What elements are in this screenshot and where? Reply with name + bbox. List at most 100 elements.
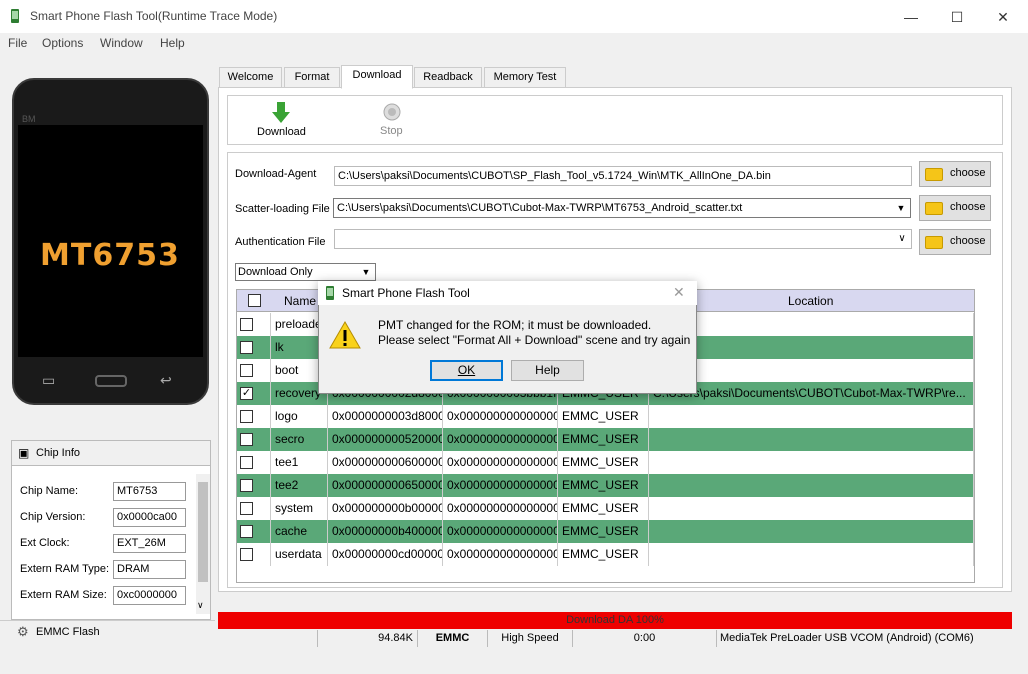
ram-size-label: Extern RAM Size: <box>20 589 107 601</box>
stop-button[interactable]: Stop <box>370 100 414 142</box>
row-checkbox[interactable] <box>240 364 253 377</box>
help-button[interactable]: Help <box>511 360 584 381</box>
tab-memory-test[interactable]: Memory Test <box>484 67 566 88</box>
phone-model: MT6753 <box>40 238 180 273</box>
table-row[interactable]: tee1 0x0000000006000000 0x0000000000000000… <box>237 451 974 474</box>
menu-file[interactable]: File <box>8 36 27 50</box>
menu-help[interactable]: Help <box>160 36 185 50</box>
row-checkbox[interactable] <box>240 479 253 492</box>
cell-location <box>649 336 974 359</box>
row-checkbox[interactable] <box>240 548 253 561</box>
download-mode-select[interactable]: Download Only ▼ <box>235 263 376 281</box>
cell-end: 0x0000000000000000 <box>443 543 558 566</box>
chip-info-header: ▣ Chip Info <box>11 440 211 466</box>
auth-file-select[interactable]: ∨ <box>334 229 912 249</box>
row-checkbox[interactable] <box>240 341 253 354</box>
cell-location <box>649 497 974 520</box>
row-checkbox-cell <box>237 359 271 382</box>
tab-download[interactable]: Download <box>341 65 413 89</box>
choose-download-agent-button[interactable]: choose <box>919 161 991 187</box>
chip-info-title: Chip Info <box>36 447 81 459</box>
ram-type-label: Extern RAM Type: <box>20 563 110 575</box>
select-all-checkbox[interactable] <box>248 294 261 307</box>
cell-end: 0x0000000000000000 <box>443 520 558 543</box>
dialog-message-line1: PMT changed for the ROM; it must be down… <box>378 318 652 332</box>
cell-end: 0x0000000000000000 <box>443 474 558 497</box>
close-button[interactable]: ✕ <box>980 6 1026 28</box>
status-port: MediaTek PreLoader USB VCOM (Android) (C… <box>720 632 974 644</box>
cell-begin: 0x00000000cd000000 <box>328 543 443 566</box>
progress-text: Download DA 100% <box>566 614 664 626</box>
cell-name: system <box>271 497 328 520</box>
dialog-title-bar: Smart Phone Flash Tool ✕ <box>318 281 697 305</box>
cell-location <box>649 543 974 566</box>
cell-region: EMMC_USER <box>558 497 649 520</box>
table-row[interactable]: userdata 0x00000000cd000000 0x000000000000… <box>237 543 974 566</box>
row-checkbox-cell <box>237 497 271 520</box>
cell-name: tee1 <box>271 451 328 474</box>
download-agent-input[interactable]: C:\Users\paksi\Documents\CUBOT\SP_Flash_… <box>334 166 912 186</box>
cell-location <box>649 359 974 382</box>
chip-version-label: Chip Version: <box>20 511 86 523</box>
table-row[interactable]: cache 0x00000000b4000000 0x000000000000000… <box>237 520 974 543</box>
row-checkbox[interactable] <box>240 502 253 515</box>
column-name: Name <box>284 294 317 308</box>
row-checkbox-cell <box>237 336 271 359</box>
folder-icon <box>925 168 943 181</box>
chip-info-scrollbar[interactable]: ∨ <box>196 474 210 614</box>
row-checkbox[interactable] <box>240 525 253 538</box>
table-row[interactable]: secro 0x0000000005200000 0x000000000000000… <box>237 428 974 451</box>
row-checkbox[interactable] <box>240 433 253 446</box>
divider <box>0 620 215 621</box>
cell-region: EMMC_USER <box>558 405 649 428</box>
row-checkbox-cell <box>237 543 271 566</box>
ok-label: OK <box>457 363 476 377</box>
dialog-close-button[interactable]: ✕ <box>673 284 685 301</box>
row-checkbox-cell <box>237 451 271 474</box>
ok-button[interactable]: OK <box>430 360 503 381</box>
cell-location <box>649 520 974 543</box>
cell-location <box>649 474 974 497</box>
cell-name: secro <box>271 428 328 451</box>
cell-name: userdata <box>271 543 328 566</box>
emmc-flash-label: EMMC Flash <box>36 626 100 638</box>
status-bar: 94.84K EMMC High Speed 0:00 MediaTek Pre… <box>218 630 1012 647</box>
row-checkbox-cell <box>237 405 271 428</box>
menu-options[interactable]: Options <box>42 36 83 50</box>
cell-end: 0x0000000000000000 <box>443 405 558 428</box>
help-label: Help <box>535 363 560 377</box>
scatter-file-select[interactable]: C:\Users\paksi\Documents\CUBOT\Cubot-Max… <box>333 198 911 218</box>
gear-icon: ⚙ <box>17 624 29 639</box>
cell-begin: 0x0000000003d80000 <box>328 405 443 428</box>
chevron-down-icon: ▼ <box>361 267 371 277</box>
tab-welcome[interactable]: Welcome <box>219 67 282 88</box>
progress-bar: Download DA 100% <box>218 612 1012 629</box>
row-checkbox-cell <box>237 428 271 451</box>
table-row[interactable]: system 0x000000000b000000 0x00000000000000… <box>237 497 974 520</box>
minimize-button[interactable]: — <box>888 6 934 28</box>
table-row[interactable]: logo 0x0000000003d80000 0x0000000000000000… <box>237 405 974 428</box>
choose-scatter-file-button[interactable]: choose <box>919 195 991 221</box>
tab-format[interactable]: Format <box>284 67 340 88</box>
row-checkbox[interactable] <box>240 456 253 469</box>
choose-auth-file-button[interactable]: choose <box>919 229 991 255</box>
download-button-label: Download <box>257 126 306 138</box>
tab-readback[interactable]: Readback <box>414 67 482 88</box>
row-checkbox-cell <box>237 474 271 497</box>
app-icon <box>326 286 334 300</box>
table-row[interactable]: tee2 0x0000000006500000 0x0000000000000000… <box>237 474 974 497</box>
cell-region: EMMC_USER <box>558 428 649 451</box>
scatter-file-value: C:\Users\paksi\Documents\CUBOT\Cubot-Max… <box>337 202 743 214</box>
auth-file-label: Authentication File <box>235 236 326 248</box>
row-checkbox[interactable]: ✓ <box>240 387 253 400</box>
download-button[interactable]: Download <box>255 100 307 142</box>
maximize-button[interactable]: ☐ <box>934 6 980 28</box>
title-bar: Smart Phone Flash Tool(Runtime Trace Mod… <box>0 0 1028 33</box>
menu-window[interactable]: Window <box>100 36 143 50</box>
chevron-down-icon: ∨ <box>898 233 906 244</box>
row-checkbox[interactable] <box>240 410 253 423</box>
row-checkbox[interactable] <box>240 318 253 331</box>
cell-location <box>649 405 974 428</box>
toolbar <box>227 95 1003 145</box>
cell-begin: 0x0000000006000000 <box>328 451 443 474</box>
